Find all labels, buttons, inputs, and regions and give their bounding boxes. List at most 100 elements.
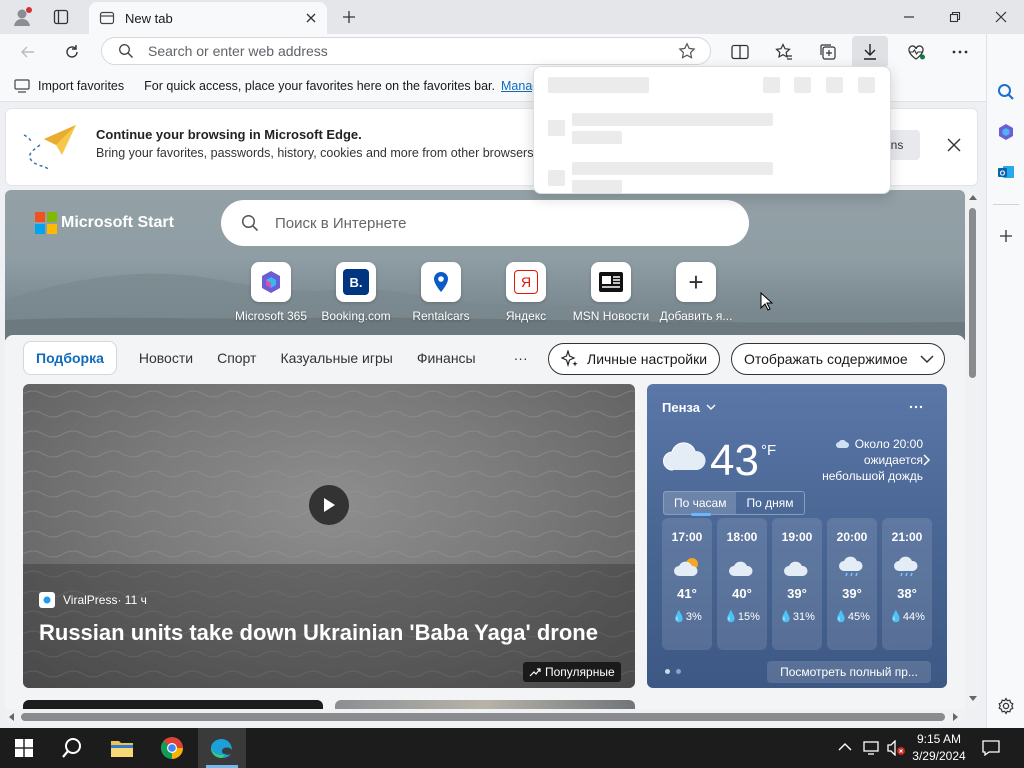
taskbar-chrome[interactable]: [148, 728, 196, 768]
address-input[interactable]: Search or enter web address: [148, 43, 678, 59]
tab-novosti[interactable]: Новости: [139, 350, 193, 366]
microsoft-start-logo[interactable]: Microsoft Start: [35, 212, 174, 234]
sidebar-outlook-icon[interactable]: O: [994, 160, 1018, 184]
downloads-flyout: [533, 66, 891, 194]
quick-link-yandex[interactable]: Я Яндекс: [485, 262, 567, 323]
tab-new-tab[interactable]: New tab: [89, 2, 327, 34]
more-options-icon[interactable]: [948, 40, 972, 64]
scroll-up-icon[interactable]: [969, 194, 977, 200]
banner-close-button[interactable]: [942, 133, 966, 157]
scroll-down-icon[interactable]: [969, 696, 977, 702]
favorites-icon[interactable]: [772, 40, 796, 64]
sidebar-settings-icon[interactable]: [994, 694, 1018, 718]
horizontal-scroll-thumb[interactable]: [21, 713, 945, 721]
refresh-button[interactable]: [60, 40, 84, 64]
web-search-box[interactable]: Поиск в Интернете: [221, 200, 749, 246]
tab-casual-games[interactable]: Казуальные игры: [280, 350, 392, 366]
scroll-right-icon[interactable]: [953, 713, 959, 721]
paper-plane-icon: [20, 121, 80, 173]
profile-icon[interactable]: [8, 6, 36, 28]
hour-precip: 44%: [902, 611, 925, 623]
close-tab-icon[interactable]: [305, 12, 317, 24]
quick-link-microsoft-365[interactable]: Microsoft 365: [230, 262, 312, 323]
quick-link-rentalcars[interactable]: Rentalcars: [400, 262, 482, 323]
tab-actions-icon[interactable]: [48, 6, 74, 28]
display-content-button[interactable]: Отображать содержимое: [731, 343, 945, 375]
carousel-dot[interactable]: [665, 669, 670, 674]
hour-forecast[interactable]: 20:00 39° 💧45%: [827, 518, 877, 650]
more-tabs-icon[interactable]: ···: [514, 350, 528, 366]
quick-link-add[interactable]: + Добавить я...: [655, 262, 737, 323]
weather-more-icon[interactable]: [909, 405, 923, 409]
hour-forecast[interactable]: 17:00 41° 💧3%: [662, 518, 712, 650]
tab-podborka[interactable]: Подборка: [23, 341, 117, 375]
weather-forecast-summary[interactable]: Около 20:00 ожидается небольшой дождь: [797, 436, 923, 484]
download-icon: [864, 44, 876, 60]
tab-daily[interactable]: По дням: [736, 492, 803, 514]
hour-forecast[interactable]: 18:00 40° 💧15%: [717, 518, 767, 650]
new-tab-button[interactable]: [337, 6, 361, 28]
news-card[interactable]: ViralPress · 11 ч Russian units take dow…: [23, 384, 635, 688]
downloads-button[interactable]: [852, 36, 888, 68]
hour-forecast[interactable]: 19:00 39° 💧31%: [772, 518, 822, 650]
new-tab-icon: [99, 11, 115, 25]
taskbar-file-explorer[interactable]: [98, 728, 146, 768]
restore-button[interactable]: [942, 6, 968, 28]
microsoft-logo-icon: [35, 212, 57, 234]
scroll-left-icon[interactable]: [8, 713, 14, 721]
see-full-forecast-button[interactable]: Посмотреть полный пр...: [767, 661, 931, 683]
news-headline[interactable]: Russian units take down Ukrainian 'Baba …: [39, 620, 629, 646]
news-source[interactable]: ViralPress · 11 ч: [39, 592, 147, 608]
booking-icon: B.: [336, 262, 376, 302]
personalize-label: Личные настройки: [587, 351, 708, 367]
web-search-input[interactable]: Поиск в Интернете: [275, 215, 407, 232]
tab-hourly[interactable]: По часам: [664, 492, 737, 514]
clock[interactable]: 9:15 AM 3/29/2024: [906, 731, 972, 765]
weather-city-selector[interactable]: Пенза: [662, 400, 716, 415]
tab-finance[interactable]: Финансы: [417, 350, 476, 366]
minimize-button[interactable]: [896, 6, 922, 28]
weather-card[interactable]: Пенза 43 °F Около 20:00 ожидается неболь…: [647, 384, 947, 688]
tray-overflow-icon[interactable]: [838, 742, 852, 752]
vertical-scroll-thumb[interactable]: [969, 208, 976, 378]
tab-sport[interactable]: Спорт: [217, 350, 256, 366]
hour-time: 21:00: [891, 530, 923, 544]
personalize-button[interactable]: Личные настройки: [548, 343, 721, 375]
network-icon[interactable]: [862, 740, 880, 756]
taskbar-search-button[interactable]: [48, 728, 96, 768]
address-bar[interactable]: Search or enter web address: [101, 37, 711, 65]
booking-glyph: B.: [343, 269, 369, 295]
sidebar-search-icon[interactable]: [994, 80, 1018, 104]
play-icon: [324, 498, 335, 512]
feed-area: Подборка Новости Спорт Казуальные игры Ф…: [5, 335, 965, 710]
quick-link-msn-news[interactable]: MSN Новости: [570, 262, 652, 323]
play-button[interactable]: [309, 485, 349, 525]
quick-link-label: MSN Новости: [572, 309, 650, 323]
split-screen-icon[interactable]: [728, 40, 752, 64]
star-icon[interactable]: [678, 42, 696, 60]
browser-essentials-icon[interactable]: [904, 40, 928, 64]
taskbar-edge[interactable]: [198, 728, 246, 768]
carousel-dot[interactable]: [676, 669, 681, 674]
back-button[interactable]: [16, 40, 40, 64]
start-button[interactable]: [0, 728, 48, 768]
volume-muted-icon[interactable]: [886, 740, 906, 756]
collections-icon[interactable]: [816, 40, 840, 64]
hour-time: 20:00: [836, 530, 868, 544]
hour-forecast[interactable]: 21:00 38° 💧44%: [882, 518, 932, 650]
sidebar-m365-icon[interactable]: [994, 120, 1018, 144]
horizontal-scrollbar[interactable]: [5, 709, 965, 725]
search-icon: [62, 738, 81, 758]
edge-icon: [211, 739, 232, 758]
weather-unit[interactable]: °F: [761, 442, 776, 459]
quick-link-booking[interactable]: B. Booking.com: [315, 262, 397, 323]
chevron-right-icon[interactable]: [923, 454, 931, 466]
close-window-button[interactable]: [988, 6, 1014, 28]
import-favorites-button[interactable]: Import favorites: [14, 79, 124, 93]
vertical-scrollbar[interactable]: [966, 190, 980, 708]
microsoft-365-icon: [251, 262, 291, 302]
forecast-line3: небольшой дождь: [822, 469, 923, 483]
notifications-icon[interactable]: [982, 740, 1000, 756]
sidebar-add-icon[interactable]: [994, 224, 1018, 248]
hour-temp: 40°: [732, 586, 752, 601]
